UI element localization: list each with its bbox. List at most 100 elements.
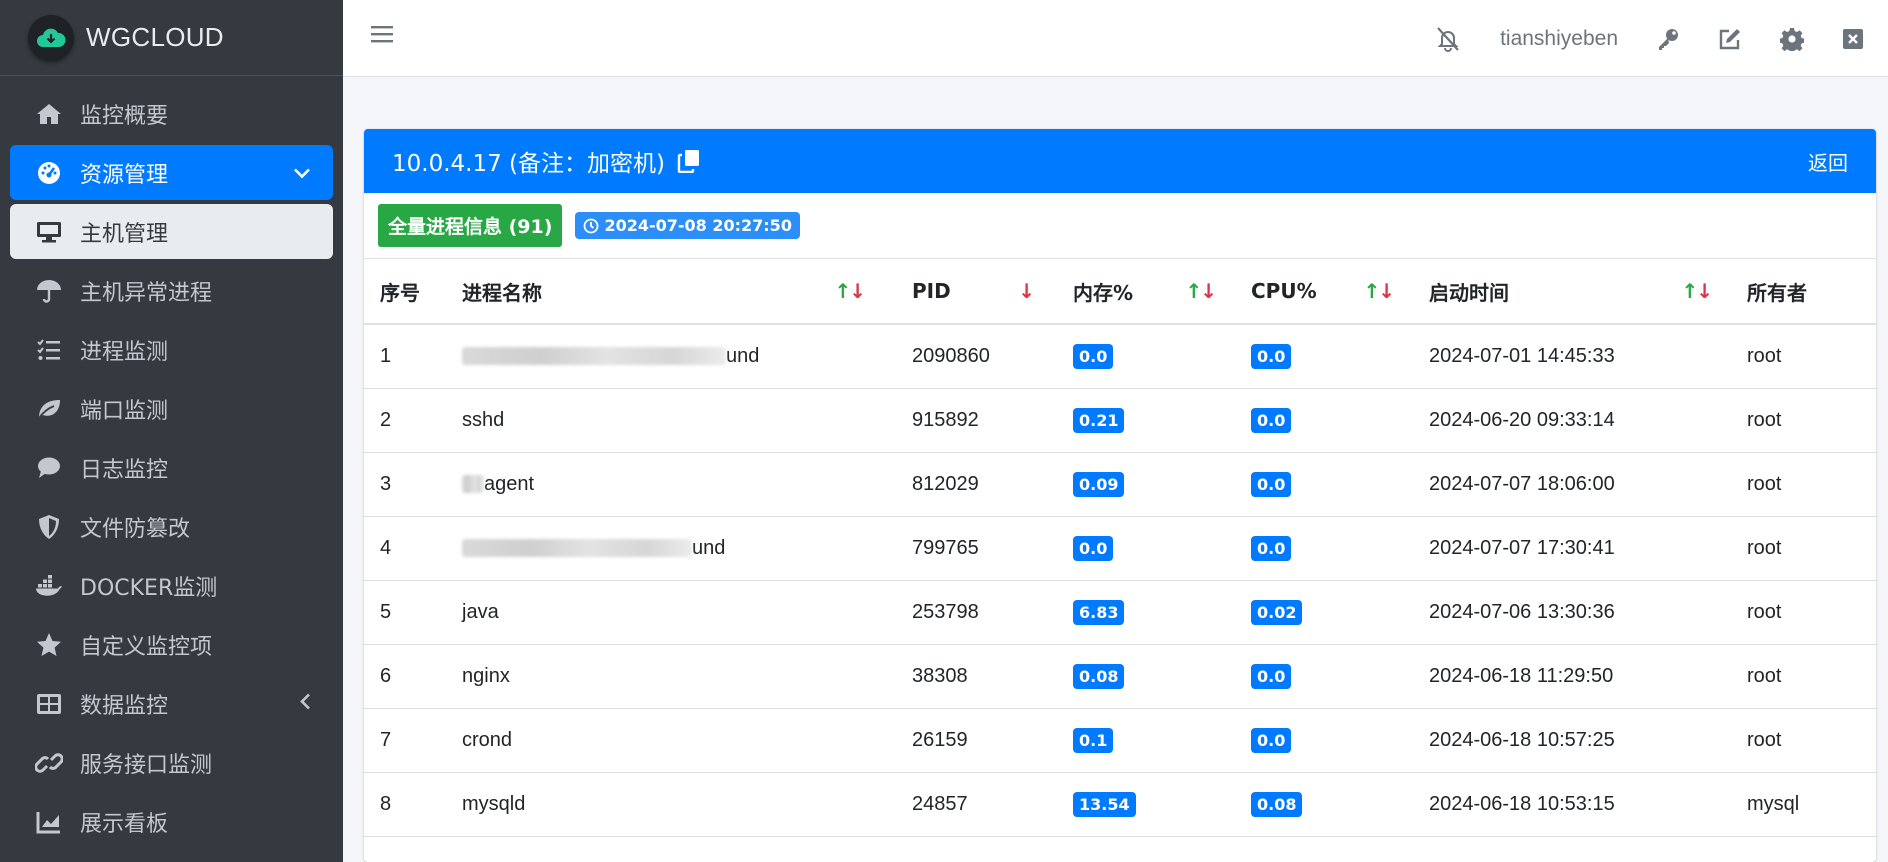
- sort-arrows-icon[interactable]: ↑↓: [1185, 279, 1217, 303]
- col-mem[interactable]: 内存% ↑↓: [1057, 259, 1235, 325]
- sort-arrows-icon[interactable]: ↑↓: [1681, 279, 1713, 303]
- process-card: 10.0.4.17 (备注：加密机) 返回 全量进程信息 (91) 2024-0…: [364, 129, 1876, 862]
- topbar: tianshiyeben: [343, 0, 1888, 77]
- cell-start: 2024-06-18 10:53:15: [1413, 772, 1731, 837]
- col-start-time[interactable]: 启动时间 ↑↓: [1413, 259, 1731, 325]
- badge-row: 全量进程信息 (91) 2024-07-08 20:27:50: [364, 193, 1876, 259]
- table-row: 4 und 799765 0.0 0.0 2024-07-07 17:30:41…: [364, 516, 1876, 581]
- cell-mem: 6.83: [1057, 580, 1235, 645]
- sidebar-item-data-monitor[interactable]: 数据监控: [10, 676, 333, 731]
- cell-name: und: [446, 516, 896, 581]
- table-icon: [34, 689, 64, 719]
- col-owner: 所有者: [1731, 259, 1876, 325]
- col-process-name[interactable]: 进程名称 ↑↓: [446, 259, 896, 325]
- back-link[interactable]: 返回: [1808, 147, 1848, 176]
- cell-owner: mysql: [1731, 772, 1876, 837]
- sidebar-item-label: 主机管理: [80, 221, 169, 247]
- cell-start: 2024-06-18 11:29:50: [1413, 644, 1731, 709]
- key-icon[interactable]: [1656, 27, 1680, 51]
- cell-name: mysqld: [446, 772, 896, 837]
- sidebar-item-log-monitor[interactable]: 日志监控: [10, 440, 333, 495]
- col-index: 序号: [364, 259, 446, 325]
- sidebar-item-api-monitor[interactable]: 服务接口监测: [10, 735, 333, 790]
- cell-start: 2024-07-01 14:45:33: [1413, 324, 1731, 389]
- cell-index: 2: [364, 388, 446, 453]
- brand[interactable]: WGCLOUD: [0, 0, 343, 76]
- topbar-actions: tianshiyeben: [1396, 0, 1864, 77]
- cell-owner: root: [1731, 516, 1876, 581]
- list-icon: [34, 335, 64, 365]
- sidebar-item-abnormal-process[interactable]: 主机异常进程: [10, 263, 333, 318]
- cell-cpu: 0.0: [1235, 708, 1413, 773]
- desktop-icon: [34, 217, 64, 247]
- cell-cpu: 0.0: [1235, 516, 1413, 581]
- cell-mem: 13.54: [1057, 772, 1235, 837]
- cell-mem: 0.08: [1057, 644, 1235, 709]
- gear-icon[interactable]: [1780, 27, 1804, 51]
- copy-icon[interactable]: [677, 149, 701, 173]
- cell-pid: 24857: [896, 772, 1057, 837]
- cell-cpu: 0.0: [1235, 644, 1413, 709]
- process-count-badge: 全量进程信息 (91): [378, 204, 563, 247]
- sidebar-item-hosts[interactable]: 主机管理: [10, 204, 333, 259]
- bell-slash-icon[interactable]: [1434, 26, 1462, 52]
- table-row: 3 agent 812029 0.09 0.0 2024-07-07 18:06…: [364, 452, 1876, 517]
- cell-start: 2024-06-20 09:33:14: [1413, 388, 1731, 453]
- sidebar-item-docker-monitor[interactable]: DOCKER监测: [10, 558, 333, 613]
- col-pid[interactable]: PID ↓: [896, 259, 1057, 325]
- sort-arrows-icon[interactable]: ↑↓: [1363, 279, 1395, 303]
- sort-arrows-icon[interactable]: ↑↓: [834, 279, 866, 303]
- sidebar-item-resources[interactable]: 资源管理: [10, 145, 333, 200]
- cell-index: 3: [364, 452, 446, 517]
- sidebar-item-overview[interactable]: 监控概要: [10, 86, 333, 141]
- cell-cpu: 0.02: [1235, 580, 1413, 645]
- cell-start: 2024-07-07 17:30:41: [1413, 516, 1731, 581]
- cell-owner: root: [1731, 452, 1876, 517]
- process-table: 序号 进程名称 ↑↓ PID ↓ 内存% ↑↓ CPU% ↑↓ 启动时间 ↑↓ 所有者 1…: [364, 259, 1876, 837]
- cell-mem: 0.0: [1057, 324, 1235, 389]
- username[interactable]: tianshiyeben: [1500, 27, 1618, 51]
- chevron-left-icon: [299, 691, 311, 716]
- edit-icon[interactable]: [1718, 27, 1742, 51]
- col-cpu[interactable]: CPU% ↑↓: [1235, 259, 1413, 325]
- redacted-text: [462, 475, 484, 494]
- docker-icon: [34, 571, 64, 601]
- sort-down-icon[interactable]: ↓: [1018, 279, 1035, 303]
- star-icon: [34, 630, 64, 660]
- dashboard-icon: [34, 158, 64, 188]
- table-header-row: 序号 进程名称 ↑↓ PID ↓ 内存% ↑↓ CPU% ↑↓ 启动时间 ↑↓ 所有者: [364, 259, 1876, 325]
- cell-index: 8: [364, 772, 446, 837]
- cell-mem: 0.1: [1057, 708, 1235, 773]
- sidebar-item-label: 服务接口监测: [80, 752, 213, 778]
- sidebar-item-custom-monitor[interactable]: 自定义监控项: [10, 617, 333, 672]
- clock-icon: [583, 218, 599, 234]
- sidebar-item-port-monitor[interactable]: 端口监测: [10, 381, 333, 436]
- cell-name: nginx: [446, 644, 896, 709]
- sidebar-item-label: DOCKER监测: [80, 575, 218, 601]
- brand-logo: [28, 14, 74, 61]
- hamburger-menu-icon[interactable]: [371, 24, 393, 48]
- cell-pid: 253798: [896, 580, 1057, 645]
- cell-mem: 0.0: [1057, 516, 1235, 581]
- sidebar-item-label: 数据监控: [80, 693, 169, 719]
- close-window-icon[interactable]: [1842, 28, 1864, 50]
- sidebar-item-label: 主机异常进程: [80, 280, 213, 306]
- table-row: 5 java 253798 6.83 0.02 2024-07-06 13:30…: [364, 580, 1876, 645]
- sidebar-item-label: 资源管理: [80, 162, 169, 188]
- cell-index: 4: [364, 516, 446, 581]
- sidebar-item-label: 监控概要: [80, 103, 169, 129]
- cell-name: agent: [446, 452, 896, 517]
- cell-pid: 38308: [896, 644, 1057, 709]
- cell-index: 1: [364, 324, 446, 389]
- cell-index: 5: [364, 580, 446, 645]
- sidebar-item-process-monitor[interactable]: 进程监测: [10, 322, 333, 377]
- cell-index: 6: [364, 644, 446, 709]
- sidebar-item-file-tamper[interactable]: 文件防篡改: [10, 499, 333, 554]
- cell-cpu: 0.0: [1235, 324, 1413, 389]
- cell-mem: 0.09: [1057, 452, 1235, 517]
- table-row: 1 und 2090860 0.0 0.0 2024-07-01 14:45:3…: [364, 324, 1876, 389]
- sidebar-item-dashboard-board[interactable]: 展示看板: [10, 794, 333, 849]
- cell-mem: 0.21: [1057, 388, 1235, 453]
- cell-index: 7: [364, 708, 446, 773]
- redacted-text: [462, 539, 692, 558]
